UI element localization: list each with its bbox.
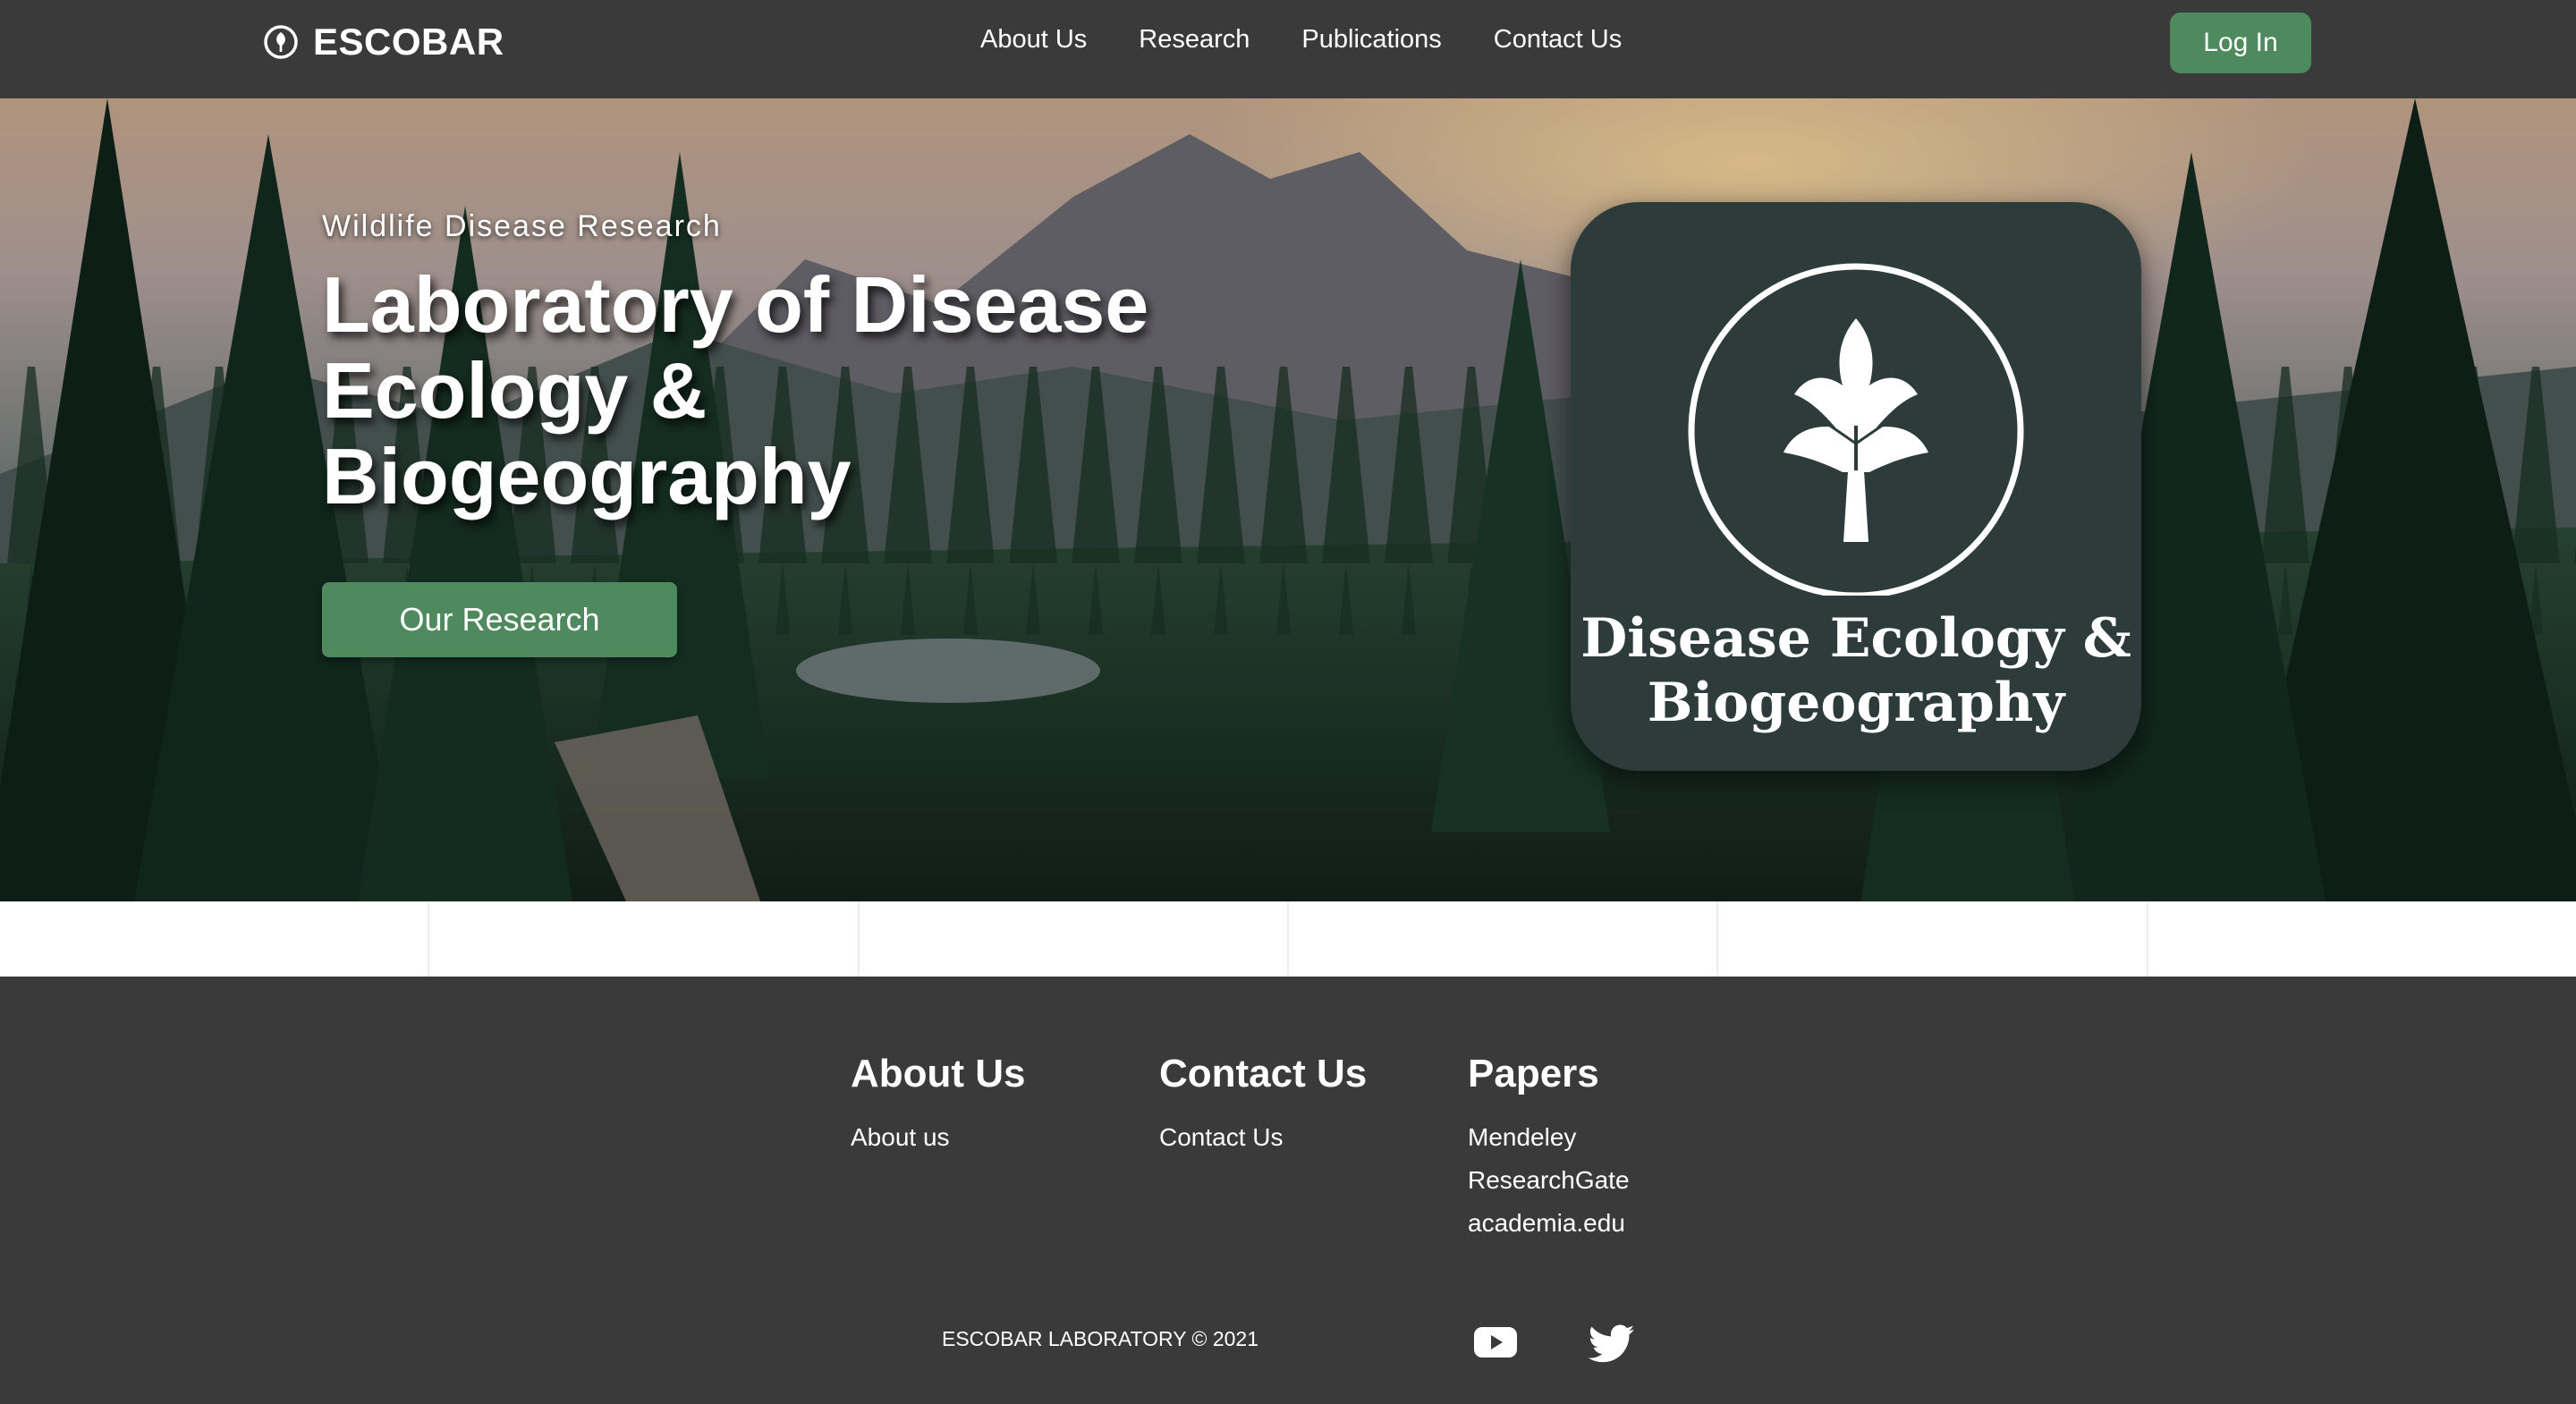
- nav-publications[interactable]: Publications: [1301, 25, 1441, 55]
- footer-heading-papers: Papers: [1468, 1052, 1599, 1095]
- strip-cell: [429, 901, 860, 977]
- footer-heading-about: About Us: [851, 1052, 1026, 1095]
- white-strip: [0, 901, 2576, 977]
- hero-title-line-2: Ecology &: [322, 346, 708, 435]
- copyright-text: ESCOBAR LABORATORY © 2021: [942, 1327, 1259, 1350]
- footer-link-academia[interactable]: academia.edu: [1468, 1202, 1630, 1245]
- logo-caption: Disease Ecology & Biogeography: [1571, 606, 2141, 735]
- youtube-icon[interactable]: [1472, 1324, 1519, 1359]
- strip-cell: [860, 901, 1289, 977]
- leaf-circle-icon: [264, 25, 298, 59]
- footer-column-contact: Contact Us Contact Us: [1159, 1052, 1367, 1159]
- nav-about-us[interactable]: About Us: [980, 25, 1087, 55]
- footer-heading-contact: Contact Us: [1159, 1052, 1368, 1095]
- brand-name: ESCOBAR: [313, 21, 504, 63]
- tree-circle-icon: [1688, 263, 2024, 596]
- main-nav: About Us Research Publications Contact U…: [980, 25, 1622, 55]
- hero-title: Laboratory of Disease Ecology & Biogeogr…: [322, 262, 1216, 520]
- footer-column-about: About Us About us: [851, 1052, 1026, 1159]
- twitter-icon[interactable]: [1589, 1324, 1635, 1365]
- hero-section: Wildlife Disease Research Laboratory of …: [0, 98, 2576, 901]
- brand-logo[interactable]: ESCOBAR: [263, 21, 504, 63]
- strip-cell: [2148, 901, 2576, 977]
- footer-link-contact-us[interactable]: Contact Us: [1159, 1116, 1367, 1159]
- nav-research[interactable]: Research: [1139, 25, 1250, 55]
- footer-link-researchgate[interactable]: ResearchGate: [1468, 1159, 1630, 1202]
- logo-caption-line-2: Biogeography: [1647, 672, 2065, 734]
- hero-title-line-1: Laboratory of Disease: [322, 260, 1149, 349]
- strip-cell: [1718, 901, 2148, 977]
- site-footer: About Us About us Contact Us Contact Us …: [0, 977, 2576, 1404]
- hero-kicker: Wildlife Disease Research: [322, 209, 722, 243]
- strip-cell: [0, 901, 430, 977]
- footer-column-papers: Papers Mendeley ResearchGate academia.ed…: [1468, 1052, 1630, 1245]
- strip-cell: [1289, 901, 1719, 977]
- logo-caption-line-1: Disease Ecology &: [1580, 607, 2131, 670]
- footer-link-about-us[interactable]: About us: [851, 1116, 1026, 1159]
- login-button[interactable]: Log In: [2170, 13, 2311, 73]
- hero-title-line-3: Biogeography: [322, 432, 852, 520]
- footer-link-mendeley[interactable]: Mendeley: [1468, 1116, 1630, 1159]
- top-navbar: ESCOBAR About Us Research Publications C…: [0, 0, 2576, 98]
- nav-contact-us[interactable]: Contact Us: [1494, 25, 1622, 55]
- lab-logo-card: Disease Ecology & Biogeography: [1571, 202, 2141, 771]
- our-research-button[interactable]: Our Research: [322, 582, 677, 657]
- hero-text-block: Wildlife Disease Research Laboratory of …: [322, 209, 1216, 520]
